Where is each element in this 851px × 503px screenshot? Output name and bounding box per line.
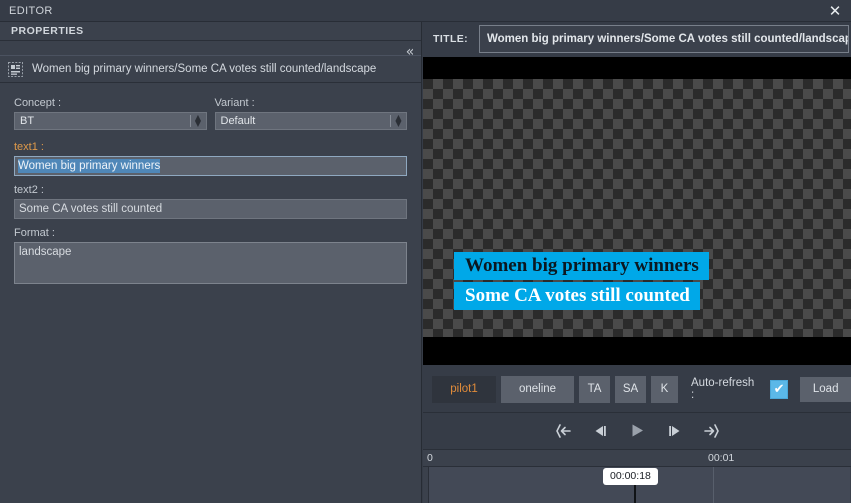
variant-label: Variant : bbox=[214, 97, 255, 109]
properties-form: Concept : BT ▲ ▼ Variant : Default ▲ ▼ t… bbox=[0, 87, 421, 290]
tab-ta-label: TA bbox=[587, 383, 602, 395]
format-input[interactable]: landscape bbox=[14, 242, 407, 284]
format-field: Format : landscape bbox=[14, 227, 407, 284]
step-back-icon[interactable] bbox=[591, 423, 610, 439]
chevron-updown-icon[interactable]: ▲ ▼ bbox=[194, 114, 203, 128]
auto-refresh-checkbox[interactable]: ✔ bbox=[769, 379, 789, 399]
text1-field: text1 : Women big primary winners bbox=[14, 141, 407, 176]
graphic-line2: Some CA votes still counted bbox=[454, 282, 700, 310]
preview-title-label: TITLE: bbox=[433, 33, 469, 45]
preview-title-value: Women big primary winners/Some CA votes … bbox=[487, 33, 849, 45]
properties-header-label: PROPERTIES bbox=[11, 25, 84, 37]
lower-third-graphic: Women big primary winners Some CA votes … bbox=[454, 252, 709, 310]
text2-field: text2 : Some CA votes still counted bbox=[14, 184, 407, 219]
tab-sa[interactable]: SA bbox=[615, 375, 646, 403]
playhead-line bbox=[634, 483, 636, 503]
properties-header: PROPERTIES bbox=[0, 22, 421, 41]
document-title-bar: Women big primary winners/Some CA votes … bbox=[0, 55, 421, 83]
format-label: Format : bbox=[14, 227, 55, 239]
text1-input[interactable]: Women big primary winners bbox=[14, 156, 407, 176]
playhead-time-badge[interactable]: 00:00:18 bbox=[603, 468, 658, 485]
play-icon[interactable] bbox=[628, 423, 647, 439]
variant-dropdown[interactable]: Default ▲ ▼ bbox=[214, 112, 407, 130]
tab-ta[interactable]: TA bbox=[579, 375, 610, 403]
timeline-divider bbox=[713, 467, 714, 503]
tab-oneline-label: oneline bbox=[518, 383, 557, 395]
step-forward-icon[interactable] bbox=[665, 423, 684, 439]
tab-pilot1[interactable]: pilot1 bbox=[432, 375, 496, 403]
load-button[interactable]: Load bbox=[800, 376, 851, 402]
concept-field: Concept : BT ▲ ▼ bbox=[14, 97, 207, 130]
concept-value: BT bbox=[20, 115, 35, 127]
template-icon bbox=[8, 61, 23, 77]
tab-oneline[interactable]: oneline bbox=[501, 375, 574, 403]
concept-label: Concept : bbox=[14, 97, 62, 109]
text1-value: Women big primary winners bbox=[18, 159, 161, 173]
timeline-track-pane[interactable]: 00:00:18 bbox=[428, 467, 850, 503]
preview-title-row: TITLE: Women big primary winners/Some CA… bbox=[425, 25, 849, 53]
tab-sa-label: SA bbox=[622, 383, 639, 395]
text2-label: text2 : bbox=[14, 184, 44, 196]
chevron-updown-icon[interactable]: ▲ ▼ bbox=[394, 114, 403, 128]
graphic-line1: Women big primary winners bbox=[454, 252, 709, 280]
variant-value: Default bbox=[220, 115, 256, 127]
timeline-tracks: 00:00:18 bbox=[423, 467, 851, 503]
preview-toolbar: pilot1 oneline TA SA K Auto-refresh : ✔ … bbox=[423, 370, 851, 408]
timeline-ruler[interactable]: 0 00:01 bbox=[423, 449, 851, 467]
window-title-bar: EDITOR ✕ bbox=[0, 0, 851, 22]
properties-panel: PROPERTIES « Women big primary winners/S… bbox=[0, 22, 422, 503]
go-to-end-icon[interactable] bbox=[702, 423, 721, 439]
combo-separator bbox=[189, 115, 191, 127]
editor-window: EDITOR ✕ PROPERTIES « Women big primary … bbox=[0, 0, 851, 503]
auto-refresh-label: Auto-refresh : bbox=[691, 377, 755, 401]
preview-panel: TITLE: Women big primary winners/Some CA… bbox=[423, 22, 851, 503]
check-icon: ✔ bbox=[773, 381, 785, 397]
window-title: EDITOR bbox=[9, 4, 53, 17]
concept-variant-row: Concept : BT ▲ ▼ Variant : Default ▲ ▼ bbox=[14, 97, 407, 136]
tab-pilot1-label: pilot1 bbox=[450, 383, 478, 395]
text1-label: text1 : bbox=[14, 141, 44, 153]
tab-k[interactable]: K bbox=[651, 375, 678, 403]
document-title: Women big primary winners/Some CA votes … bbox=[32, 63, 377, 75]
transport-controls bbox=[423, 412, 851, 448]
variant-field: Variant : Default ▲ ▼ bbox=[214, 97, 407, 130]
load-button-label: Load bbox=[812, 383, 839, 395]
text2-input[interactable]: Some CA votes still counted bbox=[14, 199, 407, 219]
ruler-tick-0: 0 bbox=[427, 452, 433, 464]
concept-dropdown[interactable]: BT ▲ ▼ bbox=[14, 112, 207, 130]
go-to-start-icon[interactable] bbox=[554, 423, 573, 439]
preview-stage[interactable]: Women big primary winners Some CA votes … bbox=[423, 57, 851, 365]
tab-k-label: K bbox=[660, 383, 669, 395]
combo-separator bbox=[390, 115, 391, 127]
preview-title-input[interactable]: Women big primary winners/Some CA votes … bbox=[479, 25, 849, 53]
ruler-tick-1: 00:01 bbox=[708, 452, 735, 464]
text2-value: Some CA votes still counted bbox=[19, 203, 163, 215]
close-icon[interactable]: ✕ bbox=[825, 1, 845, 21]
